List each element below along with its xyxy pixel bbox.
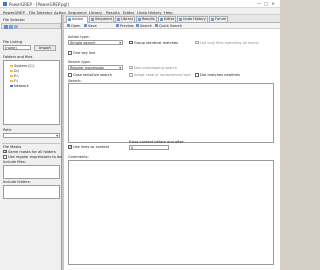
comments-textarea[interactable] — [68, 160, 274, 265]
tree-item-e[interactable]: E:\ — [10, 74, 19, 78]
lines-as-context-label: Use lines as context — [73, 145, 110, 149]
path-label: Path: — [3, 128, 13, 132]
clear-icon[interactable] — [14, 25, 18, 29]
tab-library[interactable]: Library — [115, 16, 135, 22]
file-listing-label: File Listing — [3, 40, 22, 44]
tree-item-system-c[interactable]: System (C:) — [10, 64, 35, 68]
tab-action[interactable]: Action — [66, 16, 88, 23]
one-key-line-checkbox[interactable] — [68, 51, 72, 55]
file-selector-panel: File Selector File Listing (none) Import… — [0, 15, 63, 270]
toolbar-search-button[interactable]: Search — [136, 24, 152, 28]
same-masks-label: Same masks for all folders — [8, 149, 56, 154]
toolbar-open-button[interactable]: Open — [67, 24, 80, 28]
adapt-case-checkbox[interactable] — [129, 73, 133, 77]
use-regex-label: Use regular expressions to def — [8, 155, 63, 159]
tab-results[interactable]: Results — [136, 16, 157, 22]
list-only-checkbox[interactable] — [195, 40, 199, 45]
import-button[interactable]: Import — [34, 45, 56, 51]
title-bar: PowerGREP - [PowerGREP.pgl] — □ ✕ — [0, 0, 280, 8]
tab-forum[interactable]: Forum — [209, 16, 228, 22]
drive-icon — [10, 69, 13, 73]
use-regex-checkbox[interactable] — [3, 155, 7, 159]
search-type-label: Search type: — [68, 60, 91, 64]
toolbar-quick-search-button[interactable]: Quick Search — [155, 24, 182, 28]
drive-icon — [10, 64, 13, 68]
file-selector-title: File Selector — [3, 18, 25, 22]
group-identical-label: Group identical matches — [134, 40, 179, 45]
include-files-label: Include files: — [3, 160, 26, 164]
toolbar-preview-button[interactable]: Preview — [116, 24, 134, 28]
extra-context-spinner[interactable]: 0 — [129, 145, 169, 150]
tree-item-f[interactable]: F:\ — [10, 79, 18, 83]
dot-newlines-label: Dot matches newlines — [200, 73, 240, 77]
search-type-dropdown[interactable]: Regular expression — [68, 65, 123, 70]
menu-sequence[interactable]: Sequence — [68, 10, 87, 15]
search-textarea[interactable] — [68, 83, 274, 143]
search-icon — [136, 24, 139, 28]
main-panel: Action Sequence Library Results Editor U… — [64, 15, 280, 270]
tab-editor[interactable]: Editor — [158, 16, 176, 22]
app-icon — [3, 2, 7, 6]
action-toolbar: Open Save Preview Search Quick Search — [64, 23, 280, 29]
menu-results[interactable]: Results — [106, 10, 120, 15]
minimize-button[interactable]: — — [256, 1, 262, 7]
list-only-label: List only files matching all terms — [200, 40, 259, 45]
same-masks-checkbox[interactable] — [3, 149, 7, 153]
menu-help[interactable]: Help — [164, 10, 173, 15]
tab-undo-history[interactable]: Undo History — [177, 16, 208, 22]
open-folder-icon[interactable] — [4, 25, 8, 29]
include-files-field[interactable] — [3, 165, 60, 179]
path-dropdown[interactable] — [3, 133, 60, 138]
dot-newlines-checkbox[interactable] — [195, 73, 199, 77]
tree-item-network[interactable]: Network — [10, 84, 29, 88]
tree-item-d[interactable]: D:\ — [10, 69, 19, 73]
close-button[interactable]: ✕ — [270, 1, 276, 7]
include-folders-field[interactable] — [3, 185, 60, 199]
tab-strip: Action Sequence Library Results Editor U… — [64, 15, 280, 23]
window-title: PowerGREP - [PowerGREP.pgl] — [9, 1, 69, 7]
action-type-label: Action type: — [68, 35, 90, 39]
case-sensitive-label: Case sensitive search — [73, 73, 112, 77]
one-key-line-label: One key line — [73, 51, 96, 55]
menu-file-selector[interactable]: File Selector — [29, 10, 52, 15]
group-identical-checkbox[interactable] — [129, 40, 133, 45]
include-folders-label: Include folders: — [3, 180, 31, 184]
menu-editor[interactable]: Editor — [123, 10, 134, 15]
preview-icon — [116, 24, 119, 28]
file-selector-toolbar — [1, 23, 61, 29]
menu-library[interactable]: Library — [89, 10, 102, 15]
extra-context-label: Extra context before and after: — [129, 140, 185, 144]
menu-undo-history[interactable]: Undo History — [137, 10, 162, 15]
menu-bar: PowerGREP File Selector Action Sequence … — [0, 8, 280, 15]
folders-files-label: Folders and files — [3, 55, 33, 59]
drive-icon — [10, 79, 13, 83]
network-icon — [10, 84, 13, 88]
lines-as-context-checkbox[interactable] — [68, 144, 72, 149]
menu-action[interactable]: Action — [54, 10, 66, 15]
divider — [2, 143, 60, 144]
toolbar-save-button[interactable]: Save — [84, 24, 97, 28]
tab-sequence[interactable]: Sequence — [89, 16, 114, 22]
case-sensitive-checkbox[interactable] — [68, 73, 72, 77]
adapt-case-label: Adapt case of replacement text — [134, 73, 191, 77]
quick-search-icon — [155, 24, 158, 28]
non-overlapping-checkbox[interactable] — [129, 65, 133, 70]
maximize-button[interactable]: □ — [263, 1, 269, 7]
comments-label: Comments: — [68, 155, 89, 159]
action-type-dropdown[interactable]: Simple search — [68, 40, 123, 45]
drive-icon — [10, 74, 13, 78]
file-listing-field[interactable]: (none) — [3, 45, 31, 50]
save-icon — [84, 24, 87, 28]
save-icon[interactable] — [9, 25, 13, 29]
folder-tree[interactable]: System (C:) D:\ E:\ F:\ Network — [3, 60, 60, 125]
non-overlapping-label: Non-overlapping search — [134, 65, 177, 70]
open-icon — [67, 24, 70, 28]
menu-powergrep[interactable]: PowerGREP — [3, 10, 25, 15]
